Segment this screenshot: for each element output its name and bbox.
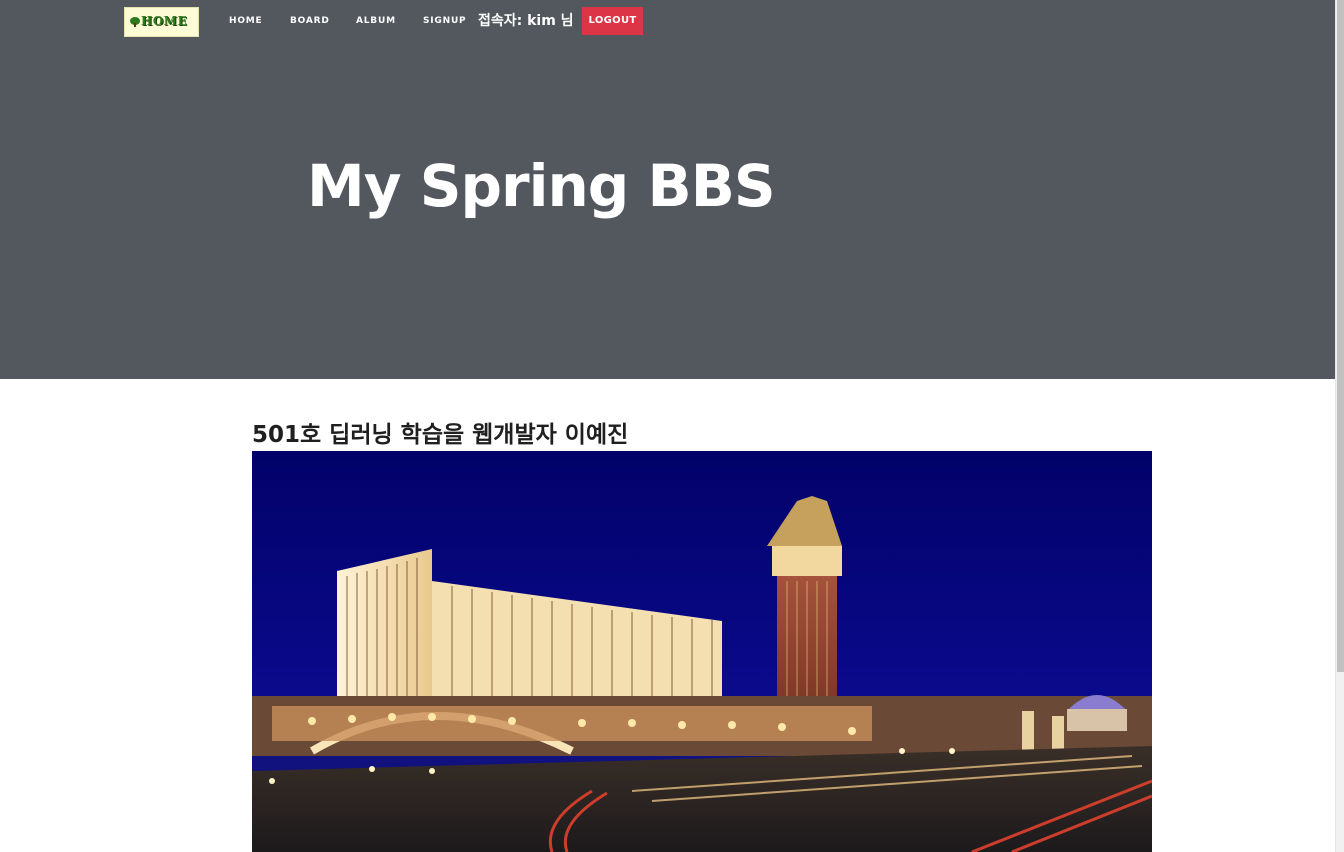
home-logo[interactable]: HOME — [124, 7, 199, 37]
tree-icon — [130, 17, 140, 27]
user-greeting: 접속자: kim 님 — [478, 13, 574, 29]
scrollbar-thumb[interactable] — [1337, 0, 1344, 672]
logout-button[interactable]: LOGOUT — [582, 7, 643, 35]
nav-link-board[interactable]: BOARD — [290, 16, 330, 26]
logo-text: HOME — [141, 14, 188, 28]
page: HOME HOME BOARD ALBUM SIGNUP 접속자: kim 님 … — [0, 0, 1344, 852]
hero-title: My Spring BBS — [307, 152, 776, 220]
header-banner: HOME HOME BOARD ALBUM SIGNUP 접속자: kim 님 … — [0, 0, 1335, 379]
nav-link-home[interactable]: HOME — [229, 16, 263, 26]
nav-link-signup[interactable]: SIGNUP — [423, 16, 466, 26]
nav-link-album[interactable]: ALBUM — [356, 16, 396, 26]
vertical-scrollbar[interactable] — [1335, 0, 1344, 852]
post-title: 501호 딥러닝 학습을 웹개발자 이예진 — [252, 422, 629, 448]
post-photo — [252, 451, 1152, 852]
night-hotel-image — [252, 451, 1152, 852]
